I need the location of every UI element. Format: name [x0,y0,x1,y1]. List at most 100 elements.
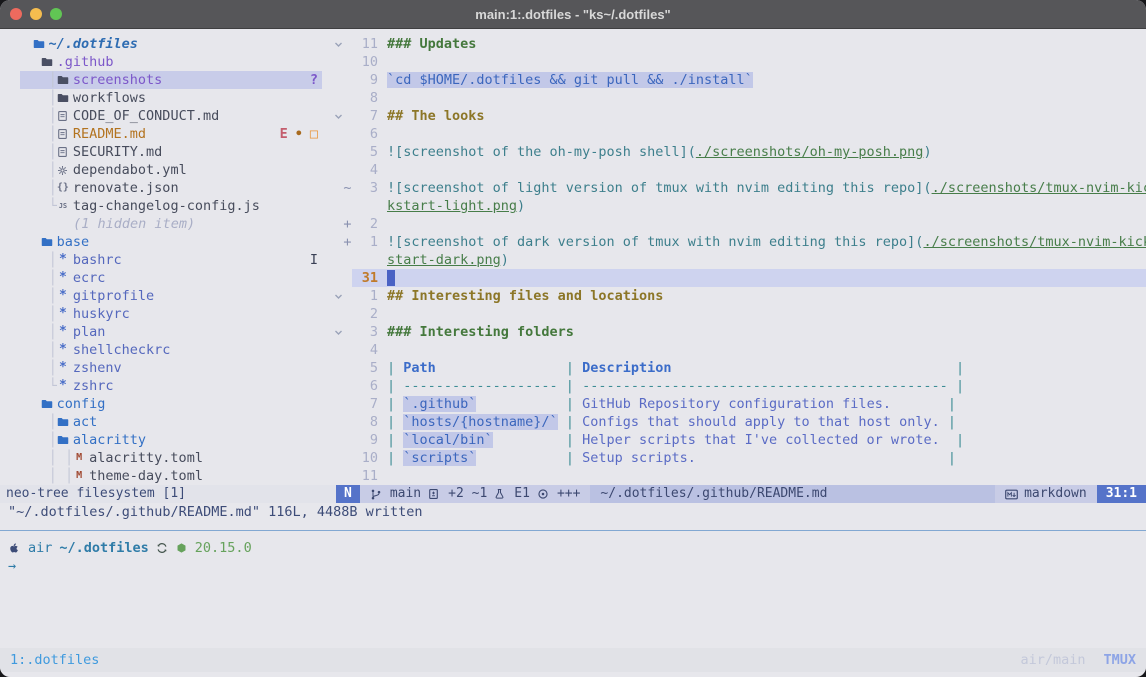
tree-item-ecrc[interactable]: │*ecrc [0,269,330,287]
tree-item-label: README.md [73,125,146,143]
editor-line[interactable]: 4 [330,161,1146,179]
editor-line[interactable]: +2 [330,215,1146,233]
tree-item-badges: ? [310,71,330,89]
editor-line[interactable]: 6 [330,125,1146,143]
apple-icon [8,542,21,555]
editor-line[interactable]: 3### Interesting folders [330,323,1146,341]
tree-item-plan[interactable]: │*plan [0,323,330,341]
line-number: 2 [352,305,378,323]
tree-item-label: workflows [73,89,146,107]
tree-item-zshrc[interactable]: └*zshrc [0,377,330,395]
tree-item-shellcheckrc[interactable]: │*shellcheckrc [0,341,330,359]
terminal-window: main:1:.dotfiles - "ks~/.dotfiles" ~/.do… [0,0,1146,677]
tree-item-dotfiles[interactable]: ~/.dotfiles [0,35,330,53]
editor-line[interactable]: 8| `hosts/{hostname}/` | Configs that sh… [330,413,1146,431]
editor-line-inner: 4 [352,341,1146,359]
tree-item-dependabot-yml[interactable]: │dependabot.yml [0,161,330,179]
tree-item-label: shellcheckrc [73,341,171,359]
syntax-segment: | [940,414,956,430]
syntax-segment: Configs that should apply to that host o… [582,414,940,430]
line-number: 9 [352,431,378,449]
tree-item-gitprofile[interactable]: │*gitprofile [0,287,330,305]
line-number: 7 [352,395,378,413]
line-text: ### Interesting folders [387,323,574,341]
tree-item-github[interactable]: .github [0,53,330,71]
editor-line[interactable]: 31 [330,269,1146,287]
tree-item-readme-md[interactable]: │README.mdE•□ [0,125,330,143]
editor-line[interactable]: 5![screenshot of the oh-my-posh shell](.… [330,143,1146,161]
tree-item-config[interactable]: config [0,395,330,413]
editor-line-inner: 9| `local/bin` | Helper scripts that I'v… [352,431,1146,449]
tree-indent-guide: │ [0,269,57,287]
tree-item-label: ecrc [73,269,106,287]
editor-line[interactable]: 8 [330,89,1146,107]
tree-item-tag-changelog-config-js[interactable]: └JStag-changelog-config.js [0,197,330,215]
close-button[interactable] [10,8,22,20]
syntax-segment: ) [501,252,509,268]
editor-line[interactable]: 10| `scripts` | Setup scripts. | [330,449,1146,467]
tree-item-label: zshrc [73,377,114,395]
syntax-segment: GitHub Repository configuration files. [582,396,891,412]
tree-item-1-hidden-item[interactable]: (1 hidden item) [0,215,330,233]
editor-line[interactable]: 5| Path | Description | [330,359,1146,377]
tree-item-base[interactable]: base [0,233,330,251]
minimize-button[interactable] [30,8,42,20]
tree-item-zshenv[interactable]: │*zshenv [0,359,330,377]
tree-indent-guide: │ [0,71,57,89]
tree-item-label: huskyrc [73,305,130,323]
status-badge: □ [310,125,318,143]
editor-line[interactable]: kstart-light.png) [330,197,1146,215]
editor-line[interactable]: 9`cd $HOME/.dotfiles && git pull && ./in… [330,71,1146,89]
editor-line[interactable]: 11 [330,467,1146,485]
lualine-statusline: N main +2 ~1 E1 +++ ~/.dotfiles/.github/… [336,485,1146,503]
tree-item-bashrc[interactable]: │*bashrcI [0,251,330,269]
editor-line[interactable]: 6| ------------------- | ---------------… [330,377,1146,395]
editor-line[interactable]: 7 | `.github` | GitHub Repository configu… [330,395,1146,413]
tree-indent-guide: │ [0,143,57,161]
editor-line[interactable]: 7## The looks [330,107,1146,125]
editor-line[interactable]: start-dark.png) [330,251,1146,269]
tree-item-label: screenshots [73,71,162,89]
editor-line[interactable]: 10 [330,53,1146,71]
tree-item-security-md[interactable]: │SECURITY.md [0,143,330,161]
neotree-panel[interactable]: ~/.dotfiles .github │ screenshots? │ workf… [0,29,330,485]
prompt-input-line[interactable]: → [8,557,1146,575]
editor-line-inner: start-dark.png) [352,251,1146,269]
tree-item-theme-day-toml[interactable]: │ │Mtheme-day.toml [0,467,330,485]
tree-item-code-of-conduct-md[interactable]: │CODE_OF_CONDUCT.md [0,107,330,125]
tree-item-act[interactable]: │act [0,413,330,431]
braces-icon: {} [57,182,69,194]
editor-line[interactable]: +1![screenshot of dark version of tmux w… [330,233,1146,251]
line-text: | `.github` | GitHub Repository configur… [387,395,956,413]
line-number: 6 [352,125,378,143]
syntax-segment: ![screenshot of the oh-my-posh shell]( [387,144,696,160]
line-number: 4 [352,341,378,359]
tmux-window-tab[interactable]: 1:.dotfiles [10,651,99,669]
editor-line[interactable]: 9| `local/bin` | Helper scripts that I'v… [330,431,1146,449]
tree-item-alacritty[interactable]: │alacritty [0,431,330,449]
tree-item-renovate-json[interactable]: │{}renovate.json [0,179,330,197]
folder-icon [41,398,53,410]
zoom-button[interactable] [50,8,62,20]
tree-item-screenshots[interactable]: │ screenshots? [0,71,330,89]
syntax-segment: | [558,414,582,430]
editor-line[interactable]: 1## Interesting files and locations [330,287,1146,305]
editor-line[interactable]: 4 [330,341,1146,359]
tmux-pane-border[interactable] [0,521,1146,539]
editor-line[interactable]: 2 [330,305,1146,323]
editor-pane[interactable]: 11### Updates 10 9`cd $HOME/.dotfiles &&… [330,29,1146,485]
editor-line[interactable]: 11### Updates [330,35,1146,53]
node-icon [176,542,188,554]
line-number: 10 [352,53,378,71]
tree-item-alacritty-toml[interactable]: │ │Malacritty.toml [0,449,330,467]
tree-indent-guide [0,233,41,251]
tree-indent-guide: │ [0,89,57,107]
syntax-segment: ## Interesting files and locations [387,288,663,304]
diagnostics: E1 [514,485,530,503]
tree-item-huskyrc[interactable]: │*huskyrc [0,305,330,323]
shell-pane[interactable]: air ~/.dotfiles 20.15.0 → [0,539,1146,648]
line-text: | `scripts` | Setup scripts. | [387,449,956,467]
syntax-segment: | [940,432,964,448]
editor-line[interactable]: ~3![screenshot of light version of tmux … [330,179,1146,197]
tree-item-workflows[interactable]: │ workflows [0,89,330,107]
